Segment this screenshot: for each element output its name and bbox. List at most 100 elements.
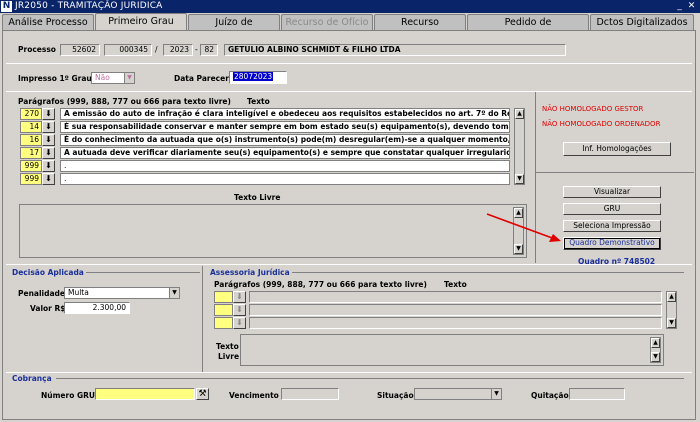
tab-dctos-digitalizados[interactable]: Dctos Digitalizados — [590, 14, 694, 30]
processo-separator-dash: - — [195, 45, 198, 54]
minimize-icon[interactable]: _ — [675, 1, 684, 12]
penalidade-select-value: Multa — [68, 288, 89, 297]
assessoria-texto-livre-label-2: Livre — [218, 352, 240, 361]
inf-homologacoes-button[interactable]: Inf. Homologações — [563, 142, 671, 156]
divider — [6, 91, 692, 92]
download-icon[interactable]: ⬇ — [42, 121, 55, 133]
divider — [6, 372, 692, 373]
processo-field-2[interactable]: 000345 — [104, 44, 152, 56]
situacao-label: Situação — [377, 391, 414, 400]
panel-divider — [202, 266, 203, 372]
paragrafo-number[interactable]: 16 — [20, 134, 42, 146]
download-icon[interactable]: ⬇ — [42, 108, 55, 120]
status-homologado-ordenador: NÃO HOMOLOGADO ORDENADOR — [542, 120, 661, 128]
download-icon[interactable]: ⬇ — [42, 160, 55, 172]
chevron-down-icon[interactable]: ▼ — [491, 389, 501, 399]
visualizar-button[interactable]: Visualizar — [563, 186, 661, 198]
assessoria-paragrafo-text[interactable] — [249, 291, 662, 303]
decisao-section-title: Decisão Aplicada — [12, 268, 84, 277]
close-icon[interactable]: ✕ — [687, 1, 696, 12]
window-title: JR2050 - TRAMITAÇÃO JURIDICA — [15, 1, 163, 11]
paragrafos-scrollbar[interactable]: ▲ ▼ — [514, 108, 525, 185]
paragrafo-text[interactable]: . — [60, 173, 510, 185]
divider — [536, 172, 694, 173]
tab-primeiro-grau[interactable]: Primeiro Grau — [95, 13, 187, 30]
download-icon[interactable]: ⬇ — [42, 134, 55, 146]
assessoria-scrollbar[interactable]: ▲ ▼ — [666, 291, 677, 329]
texto-livre-textarea[interactable]: ▲ ▼ — [19, 204, 527, 258]
situacao-select[interactable]: ▼ — [414, 388, 502, 400]
numero-gru-field[interactable] — [95, 388, 195, 400]
download-icon[interactable]: ⬇ — [42, 173, 55, 185]
processo-field-3[interactable]: 82 — [200, 44, 218, 56]
texto-column-label: Texto — [247, 97, 270, 106]
quadro-demonstrativo-button[interactable]: Quadro Demonstrativo — [563, 237, 661, 250]
scroll-up-icon[interactable]: ▲ — [651, 338, 660, 348]
paragrafo-number[interactable]: 999 — [20, 173, 42, 185]
scroll-up-icon[interactable]: ▲ — [667, 292, 676, 302]
texto-livre-label: Texto Livre — [234, 193, 281, 202]
data-parecer-field[interactable]: 28072023 — [229, 71, 287, 84]
assessoria-paragrafo-text[interactable] — [249, 317, 662, 329]
data-parecer-value: 28072023 — [233, 72, 274, 81]
download-icon[interactable]: ⬇ — [42, 147, 55, 159]
assessoria-paragrafo-text[interactable] — [249, 304, 662, 316]
download-icon[interactable]: ⬇ — [233, 304, 246, 316]
assessoria-paragrafos-label: Parágrafos (999, 888, 777 ou 666 para te… — [214, 280, 427, 289]
status-homologado-gestor: NÃO HOMOLOGADO GESTOR — [542, 105, 644, 113]
divider — [86, 272, 200, 273]
app-icon: N — [1, 1, 12, 12]
valor-field[interactable]: 2.300,00 — [64, 302, 130, 314]
scroll-down-icon[interactable]: ▼ — [667, 318, 676, 328]
impresso-label: Impresso 1º Grau — [18, 74, 92, 83]
quitacao-label: Quitação — [531, 391, 569, 400]
paragrafo-number[interactable]: 17 — [20, 147, 42, 159]
scroll-up-icon[interactable]: ▲ — [515, 109, 524, 119]
assessoria-texto-livre-label: Texto — [216, 342, 239, 351]
paragrafo-number[interactable]: 14 — [20, 121, 42, 133]
tab-analise-processo[interactable]: Análise Processo — [2, 14, 94, 30]
scroll-down-icon[interactable]: ▼ — [515, 174, 524, 184]
assessoria-texto-livre-textarea[interactable]: ▲ ▼ — [240, 334, 664, 366]
paragrafo-number[interactable]: 999 — [20, 160, 42, 172]
assessoria-texto-livre-scrollbar[interactable]: ▲ ▼ — [650, 337, 661, 363]
processo-field-1[interactable]: 52602 — [60, 44, 100, 56]
paragrafos-label: Parágrafos (999, 888, 777 ou 666 para te… — [18, 97, 231, 106]
download-icon[interactable]: ⬇ — [233, 291, 246, 303]
assessoria-section-title: Assessoria Jurídica — [210, 268, 290, 277]
quitacao-field[interactable] — [569, 388, 625, 400]
processo-label: Processo — [18, 45, 56, 54]
paragrafo-number[interactable]: 270 — [20, 108, 42, 120]
chevron-down-icon[interactable]: ▼ — [169, 288, 179, 298]
processo-name-field[interactable]: GETULIO ALBINO SCHMIDT & FILHO LTDA — [224, 44, 566, 56]
processo-year-field[interactable]: 2023 — [163, 44, 193, 56]
impresso-select[interactable]: Não ▼ — [91, 72, 135, 84]
paragrafo-text[interactable]: É sua responsabilidade conservar e mante… — [60, 121, 510, 133]
gru-search-icon[interactable]: ⚒ — [196, 388, 209, 400]
tab-pedido-reconsideracao[interactable]: Pedido de Reconsideração — [467, 14, 589, 43]
tab-juizo-retratacao[interactable]: Juízo de Retratação — [188, 14, 280, 43]
assessoria-texto-label: Texto — [444, 280, 467, 289]
assessoria-paragrafo-number[interactable] — [214, 304, 233, 316]
gru-button[interactable]: GRU — [563, 203, 661, 215]
paragrafo-text[interactable]: A emissão do auto de infração é clara in… — [60, 108, 510, 120]
paragrafos-list: 270 ⬇ A emissão do auto de infração é cl… — [20, 108, 530, 188]
paragrafo-text[interactable]: . — [60, 160, 510, 172]
download-icon[interactable]: ⬇ — [233, 317, 246, 329]
vencimento-field[interactable] — [281, 388, 339, 400]
assessoria-paragrafo-number[interactable] — [214, 317, 233, 329]
seleciona-impressao-button[interactable]: Seleciona Impressão — [563, 220, 661, 232]
tab-recurso[interactable]: Recurso — [374, 14, 466, 30]
impresso-select-value: Não — [95, 73, 110, 82]
divider — [56, 378, 684, 379]
scroll-down-icon[interactable]: ▼ — [651, 352, 660, 362]
divider — [6, 264, 692, 265]
chevron-down-icon[interactable]: ▼ — [124, 73, 134, 83]
processo-separator-slash: / — [155, 45, 158, 54]
paragrafo-text[interactable]: A autuada deve verificar diariamente seu… — [60, 147, 510, 159]
paragrafo-text[interactable]: É do conhecimento da autuada que o(s) in… — [60, 134, 510, 146]
penalidade-select[interactable]: Multa ▼ — [64, 287, 180, 299]
numero-gru-label: Número GRU — [41, 391, 96, 400]
assessoria-paragrafo-number[interactable] — [214, 291, 233, 303]
cobranca-section-title: Cobrança — [12, 374, 52, 383]
